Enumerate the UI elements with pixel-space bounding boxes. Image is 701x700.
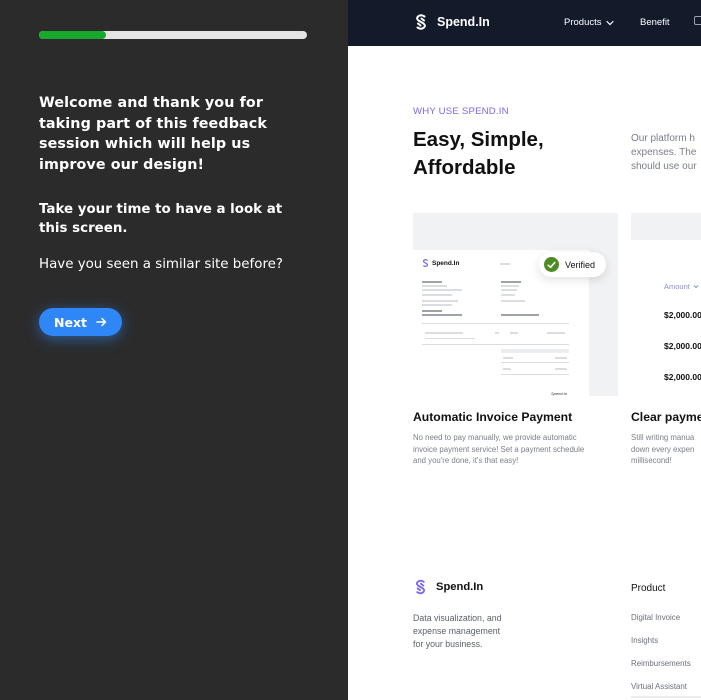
card-desc-line: millisecond! [631, 456, 672, 465]
question-text: Have you seen a similar site before? [39, 257, 284, 272]
section-headline: Easy, Simple, Affordable [413, 128, 544, 179]
arrow-right-icon [96, 317, 107, 327]
invoice-signature: Spend.In [551, 391, 568, 396]
amount-header-label: Amount [664, 282, 690, 291]
section-eyebrow: WHY USE SPEND.IN [413, 106, 509, 117]
footer-desc-line: expense management [413, 626, 501, 636]
next-button-label: Next [54, 314, 87, 330]
card-desc-line: invoice payment service! Set a payment s… [413, 444, 585, 454]
nav-products[interactable]: Products [564, 17, 614, 28]
footer-brand: Spend.In [436, 581, 484, 593]
site-logo[interactable]: Spend.In [414, 14, 490, 30]
nav-benefit[interactable]: Benefit [640, 17, 670, 28]
nav-products-label: Products [564, 17, 602, 28]
section-intro: Our platform h expenses. The should use … [631, 132, 701, 174]
amount-cell: $2,000.00 [664, 310, 701, 320]
card-desc-line: and you're done, it's that easy! [413, 456, 519, 465]
footer-link-reimbursements[interactable]: Reimbursements [631, 659, 691, 668]
footer-desc-line: Data visualization, and [413, 613, 502, 623]
footer-link-digital-invoice[interactable]: Digital Invoice [631, 613, 680, 622]
table-card-image [631, 213, 701, 396]
card-description: Still writing manua down every expen mil… [631, 432, 701, 467]
footer-desc-line: for your business. [413, 639, 483, 649]
intro-line: should use our [631, 161, 697, 172]
amount-cell: $2,000.00 [664, 372, 701, 382]
footer-divider [631, 696, 701, 698]
site-navbar: Spend.In Products Benefit [348, 0, 701, 46]
footer-logo[interactable]: Spend.In [414, 579, 483, 595]
spendin-logo-icon [415, 579, 426, 595]
card-desc-line: No need to pay manually, we provide auto… [413, 433, 577, 442]
nav-cutoff-icon [694, 16, 701, 25]
amount-cell: $2,000.00 [664, 341, 701, 351]
footer-product-heading: Product [631, 583, 666, 594]
invoice-logo: Spend.In [422, 259, 459, 267]
next-button[interactable]: Next [39, 308, 122, 336]
amount-column-header: Amount [664, 282, 699, 291]
checkmark-icon [544, 257, 559, 272]
card-title: Automatic Invoice Payment [413, 410, 573, 424]
chevron-down-icon [605, 20, 614, 25]
card-title: Clear payme [631, 410, 701, 424]
verified-label: Verified [565, 259, 596, 270]
verified-badge: Verified [539, 252, 606, 277]
intro-line: expenses. The [631, 147, 697, 158]
feedback-panel: Welcome and thank you for taking part of… [0, 0, 348, 700]
table-card-topbar [631, 213, 701, 240]
footer-description: Data visualization, and expense manageme… [413, 612, 523, 651]
progress-bar-fill [39, 31, 106, 39]
card-desc-line: down every expen [631, 444, 695, 454]
website-preview: Spend.In Products Benefit WHY USE SPEND.… [348, 0, 701, 700]
brand-name: Spend.In [437, 15, 490, 29]
footer-link-insights[interactable]: Insights [631, 636, 658, 645]
spendin-logo-icon [416, 14, 426, 30]
card-desc-line: Still writing manua [631, 433, 695, 442]
card-description: No need to pay manually, we provide auto… [413, 432, 623, 467]
intro-line: Our platform h [631, 133, 695, 144]
instruction-text: Take your time to have a look at this sc… [39, 202, 283, 236]
spendin-logo-icon [422, 259, 429, 267]
chevron-down-icon [693, 285, 699, 289]
welcome-message: Welcome and thank you for taking part of… [39, 95, 267, 173]
footer-link-virtual-assistant[interactable]: Virtual Assistant [631, 682, 687, 691]
progress-bar [39, 31, 307, 39]
invoice-brand: Spend.In [432, 259, 460, 267]
